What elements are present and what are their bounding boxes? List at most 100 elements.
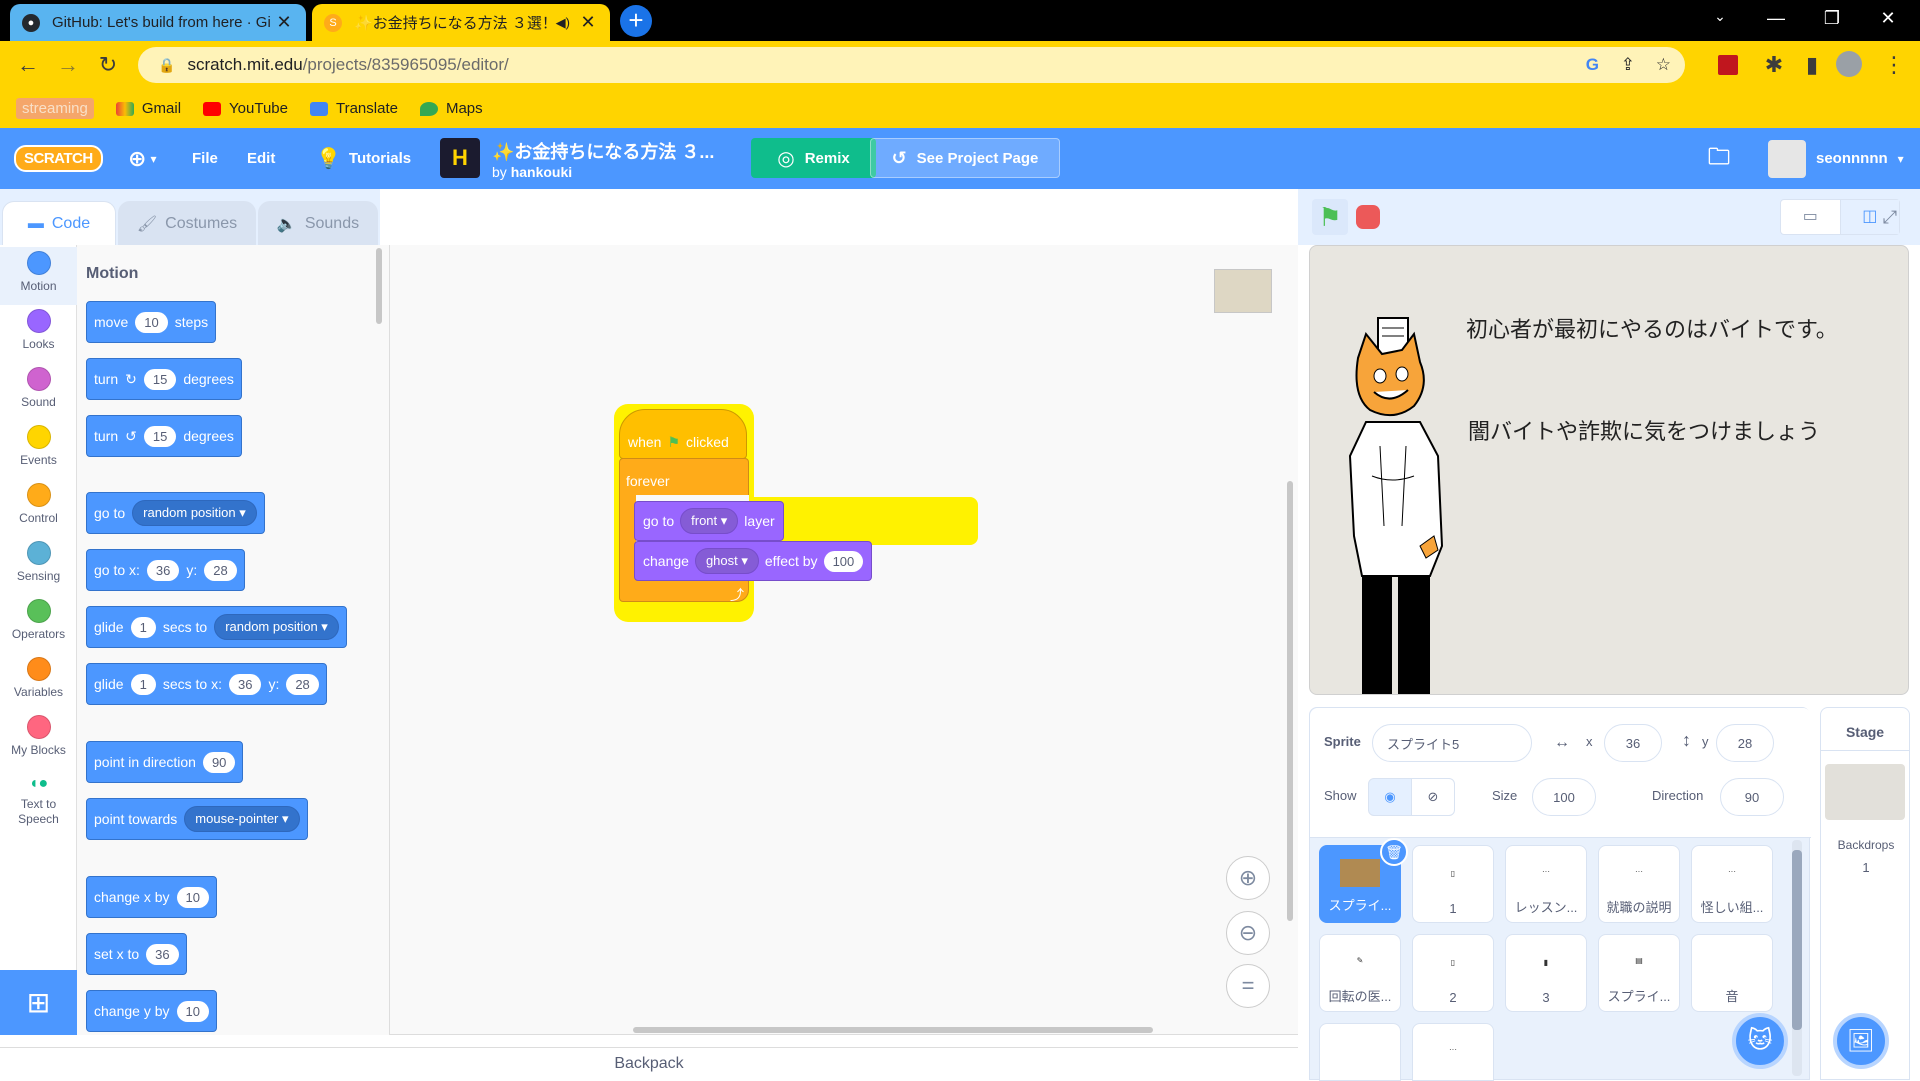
y-input[interactable]: 28 [1716, 724, 1774, 762]
dropdown-input[interactable]: random position ▾ [214, 614, 339, 640]
bookmark-translate[interactable]: Translate [309, 100, 398, 117]
number-input[interactable]: 10 [135, 311, 168, 333]
workspace-horizontal-scrollbar[interactable] [633, 1027, 1153, 1033]
block-change-effect[interactable]: change ghost ▾ effect by 100 [634, 541, 873, 581]
project-title[interactable]: ✨お金持ちになる方法 ３... [492, 138, 714, 164]
number-input[interactable]: 100 [823, 550, 864, 572]
author-link[interactable]: hankouki [511, 164, 572, 180]
sprite-tile[interactable]: ✎ 回転の医... [1319, 934, 1401, 1012]
category-sound[interactable]: Sound [0, 363, 77, 421]
number-input[interactable]: 1 [130, 616, 156, 638]
sprite-tile[interactable]: 音 [1691, 934, 1773, 1012]
tab-code[interactable]: ▬ Code [2, 201, 116, 245]
sprite-tile[interactable]: ▮ 3 [1505, 934, 1587, 1012]
delete-sprite-button[interactable]: 🗑 [1380, 838, 1408, 866]
puzzle-extensions-icon[interactable]: ✱ [1760, 51, 1788, 79]
number-input[interactable]: 36 [146, 943, 179, 965]
account-menu[interactable]: seonnnnn ▾ [1768, 128, 1904, 189]
number-input[interactable]: 36 [146, 559, 180, 581]
workspace-vertical-scrollbar[interactable] [1287, 481, 1293, 921]
share-icon[interactable]: ⇪ [1621, 55, 1635, 75]
bookmark-gmail[interactable]: Gmail [115, 100, 181, 117]
browser-tab-scratch[interactable]: S ✨お金持ちになる方法 ３選！ ◀) ✕ [312, 4, 610, 41]
close-window-icon[interactable]: ✕ [1868, 8, 1908, 29]
my-stuff-folder-icon[interactable]: 🗀 [1708, 128, 1730, 189]
block-go-to-xy[interactable]: go to x: 36 y: 28 [86, 549, 245, 591]
sprite-tile[interactable]: ▤ スプライ... [1598, 934, 1680, 1012]
google-icon[interactable]: G [1586, 55, 1599, 75]
size-input[interactable]: 100 [1532, 778, 1596, 816]
backpack[interactable]: Backpack [0, 1047, 1298, 1080]
profile-avatar[interactable] [1836, 51, 1862, 77]
block-go-to-layer[interactable]: go to front ▾ layer [634, 501, 784, 541]
number-input[interactable]: 28 [286, 673, 319, 695]
number-input[interactable]: 90 [202, 751, 236, 773]
tab-search-icon[interactable]: ⌄ [1700, 8, 1740, 25]
category-text-to-speech[interactable]: ◖● Text to Speech [0, 769, 77, 835]
sprite-tile[interactable] [1319, 1023, 1401, 1081]
block-change-x[interactable]: change x by 10 [86, 876, 217, 918]
sprite-tile[interactable]: ··· 怪しい組... [1691, 845, 1773, 923]
sprite-tile[interactable]: ··· 就職の説明 [1598, 845, 1680, 923]
tutorials-button[interactable]: 💡 Tutorials [316, 128, 411, 189]
close-tab-icon[interactable]: ✕ [274, 12, 294, 33]
category-sensing[interactable]: Sensing [0, 537, 77, 595]
block-glide-to[interactable]: glide 1 secs to random position ▾ [86, 606, 347, 648]
block-go-to[interactable]: go to random position ▾ [86, 492, 265, 534]
number-input[interactable]: 36 [228, 673, 262, 695]
show-hidden-button[interactable]: ⊘ [1411, 778, 1455, 816]
dropdown-input[interactable]: mouse-pointer ▾ [184, 806, 300, 832]
choose-backdrop-button[interactable]: 🖼 [1833, 1013, 1889, 1069]
sprite-tile[interactable]: ··· [1412, 1023, 1494, 1081]
zoom-out-button[interactable]: ⊖ [1226, 911, 1270, 955]
x-input[interactable]: 36 [1604, 724, 1662, 762]
language-globe-icon[interactable]: ⊕ ▾ [128, 128, 156, 189]
reload-icon[interactable]: ↻ [94, 51, 122, 79]
dropdown-input[interactable]: front ▾ [680, 508, 739, 534]
address-bar[interactable]: 🔒 scratch.mit.edu/projects/835965095/edi… [138, 47, 1685, 83]
zoom-reset-button[interactable]: = [1226, 964, 1270, 1008]
block-point-towards[interactable]: point towards mouse-pointer ▾ [86, 798, 308, 840]
block-change-y[interactable]: change y by 10 [86, 990, 217, 1032]
block-point-in-direction[interactable]: point in direction 90 [86, 741, 244, 783]
small-stage-icon[interactable]: ▭ [1781, 200, 1841, 234]
block-set-x[interactable]: set x to 36 [86, 933, 187, 975]
bookmark-streaming[interactable]: streaming [16, 98, 94, 119]
edit-menu[interactable]: Edit [247, 128, 275, 189]
block-turn-left[interactable]: turn ↺ 15 degrees [86, 415, 242, 457]
stage-target-pane[interactable]: Stage Backdrops 1 🖼 [1820, 707, 1910, 1080]
stage[interactable]: 初心者が最初にやるのはバイトです。 闇バイトや詐欺に気をつけましょう [1309, 245, 1909, 695]
category-motion[interactable]: Motion [0, 247, 77, 305]
category-control[interactable]: Control [0, 479, 77, 537]
forward-icon[interactable]: → [54, 51, 82, 79]
number-input[interactable]: 15 [143, 368, 177, 390]
number-input[interactable]: 10 [176, 1000, 209, 1022]
new-tab-button[interactable]: + [620, 5, 652, 37]
category-variables[interactable]: Variables [0, 653, 77, 711]
restore-icon[interactable]: ❐ [1812, 8, 1852, 29]
zoom-in-button[interactable]: ⊕ [1226, 856, 1270, 900]
star-icon[interactable]: ☆ [1656, 55, 1671, 75]
category-my-blocks[interactable]: My Blocks [0, 711, 77, 769]
category-looks[interactable]: Looks [0, 305, 77, 363]
block-when-flag-clicked[interactable]: when ⚑ clicked [619, 409, 747, 459]
choose-sprite-button[interactable]: 🐱 [1732, 1013, 1788, 1069]
browser-tab-github[interactable]: ● GitHub: Let's build from here · Gi ✕ [10, 4, 306, 41]
sprite-tile[interactable]: ▯ 1 [1412, 845, 1494, 923]
minimize-icon[interactable]: — [1756, 8, 1796, 29]
stop-button[interactable] [1356, 205, 1380, 229]
show-visible-button[interactable]: ◉ [1368, 778, 1412, 816]
block-glide-xy[interactable]: glide 1 secs to x: 36 y: 28 [86, 663, 327, 705]
sprite-tile[interactable]: ··· レッスン... [1505, 845, 1587, 923]
file-menu[interactable]: File [192, 128, 218, 189]
number-input[interactable]: 10 [176, 886, 209, 908]
number-input[interactable]: 28 [204, 559, 237, 581]
code-workspace[interactable]: when ⚑ clicked forever ⤴ go to front ▾ layer… [390, 245, 1298, 1035]
direction-input[interactable]: 90 [1720, 778, 1784, 816]
number-input[interactable]: 15 [143, 425, 177, 447]
bookmark-maps[interactable]: Maps [419, 100, 483, 117]
see-project-page-button[interactable]: ↺ See Project Page [870, 138, 1060, 178]
tab-sounds[interactable]: 🔈 Sounds [258, 201, 378, 245]
scratch-logo[interactable]: SCRATCH [14, 128, 103, 189]
sprite-tile[interactable]: ▯ 2 [1412, 934, 1494, 1012]
